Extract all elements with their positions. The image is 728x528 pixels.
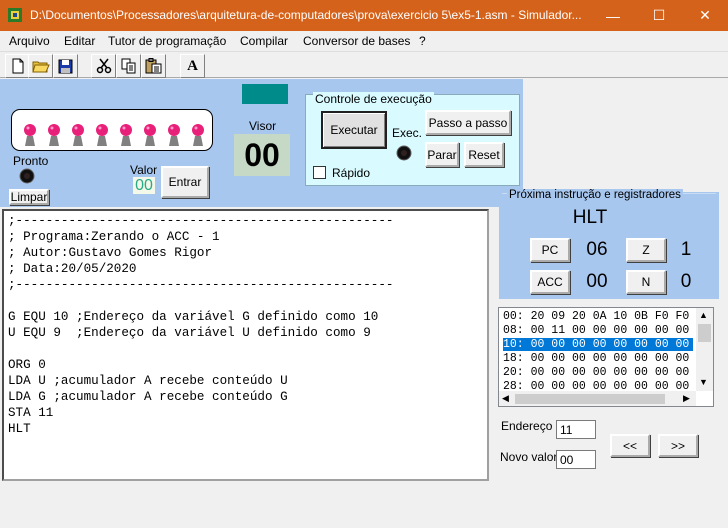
minimize-button[interactable]: — [590, 0, 636, 31]
pronto-indicator [19, 168, 35, 184]
n-button[interactable]: N [626, 270, 666, 294]
close-button[interactable]: ✕ [682, 0, 728, 31]
open-file-button[interactable] [28, 54, 53, 78]
bit-led-0 [192, 124, 204, 146]
executar-button[interactable]: Executar [321, 111, 387, 149]
passo-a-passo-button[interactable]: Passo a passo [425, 110, 511, 135]
memory-row[interactable]: 10: 00 00 00 00 00 00 00 00 [503, 338, 693, 351]
source-editor[interactable]: ;---------------------------------------… [2, 209, 489, 481]
visor-label: Visor [249, 119, 277, 133]
acc-value: 00 [586, 271, 608, 292]
reset-button[interactable]: Reset [464, 142, 504, 167]
save-button[interactable] [53, 54, 78, 78]
led-array [24, 124, 204, 146]
code-line: U EQU 9 ;Endereço da variável U definido… [8, 326, 371, 340]
previous-address-button[interactable]: << [610, 434, 650, 457]
title-bar[interactable]: D:\Documentos\Processadores\arquitetura-… [0, 0, 728, 31]
pc-button[interactable]: PC [530, 238, 570, 262]
menu-help[interactable]: ? [419, 34, 426, 48]
code-line: STA 11 [8, 406, 54, 420]
hscroll-thumb[interactable] [515, 394, 665, 404]
registers-group-title: Próxima instrução e registradores [507, 189, 683, 201]
code-line: LDA G ;acumulador A recebe conteúdo G [8, 390, 288, 404]
code-line: LDA U ;acumulador A recebe conteúdo U [8, 374, 288, 388]
scroll-up-icon[interactable]: ▲ [699, 310, 708, 320]
limpar-button[interactable]: Limpar [9, 189, 49, 205]
endereco-label: Endereço [501, 419, 553, 433]
pronto-label: Pronto [13, 154, 49, 168]
copy-button[interactable] [116, 54, 141, 78]
bit-led-4 [96, 124, 108, 146]
pc-value: 06 [586, 239, 608, 260]
visor-display: 00 [234, 134, 290, 176]
n-value: 0 [680, 271, 692, 292]
bit-led-3 [120, 124, 132, 146]
new-file-icon [12, 58, 23, 74]
code-line: HLT [8, 422, 31, 436]
new-file-button[interactable] [5, 54, 30, 78]
bit-led-2 [144, 124, 156, 146]
scroll-down-icon[interactable]: ▼ [699, 377, 708, 387]
app-icon [8, 8, 22, 22]
exec-indicator [396, 145, 412, 161]
vscroll-thumb[interactable] [698, 324, 711, 342]
code-line: ; Data:20/05/2020 [8, 262, 137, 276]
copy-icon [121, 58, 135, 74]
code-line: ;---------------------------------------… [8, 278, 394, 292]
next-instruction: HLT [572, 207, 608, 228]
scroll-right-icon[interactable]: ▶ [683, 393, 690, 404]
memory-row[interactable]: 08: 00 11 00 00 00 00 00 00 [503, 324, 693, 337]
font-button[interactable]: A [180, 54, 205, 78]
valor-label: Valor [130, 163, 158, 177]
novo-valor-label: Novo valor [500, 450, 558, 464]
parar-button[interactable]: Parar [425, 142, 459, 167]
cut-button[interactable] [91, 54, 116, 78]
exec-label: Exec. [392, 126, 423, 140]
next-address-button[interactable]: >> [658, 434, 698, 457]
memory-row[interactable]: 20: 00 00 00 00 00 00 00 00 [503, 366, 693, 379]
novo-valor-input[interactable]: 00 [556, 450, 596, 469]
toolbar-filler [523, 79, 728, 185]
scroll-left-icon[interactable]: ◀ [502, 393, 509, 404]
led-panel [11, 109, 213, 151]
menu-tutor[interactable]: Tutor de programação [108, 34, 226, 48]
endereco-input[interactable]: 11 [556, 420, 596, 439]
menu-compilar[interactable]: Compilar [240, 34, 288, 48]
memory-row[interactable]: 00: 20 09 20 0A 10 0B F0 F0 [503, 310, 693, 323]
status-indicator [242, 84, 288, 104]
menu-editar[interactable]: Editar [64, 34, 95, 48]
memory-list[interactable]: 00: 20 09 20 0A 10 0B F0 F0 08: 00 11 00 … [498, 307, 714, 407]
z-value: 1 [680, 239, 692, 260]
bit-led-6 [48, 124, 60, 146]
folder-open-icon [31, 61, 50, 73]
code-line: ORG 0 [8, 358, 46, 372]
bit-led-1 [168, 124, 180, 146]
bit-led-5 [72, 124, 84, 146]
toolbar: A [0, 51, 728, 78]
valor-display[interactable]: 00 [133, 177, 155, 194]
bit-led-7 [24, 124, 36, 146]
scissors-icon [96, 58, 111, 74]
rapido-label: Rápido [332, 166, 371, 180]
menu-conversor[interactable]: Conversor de bases [303, 34, 410, 48]
code-line: G EQU 10 ;Endereço da variável G definid… [8, 310, 379, 324]
z-button[interactable]: Z [626, 238, 666, 262]
window-title: D:\Documentos\Processadores\arquitetura-… [30, 8, 582, 22]
execution-group-title: Controle de execução [313, 92, 434, 106]
rapido-checkbox[interactable] [313, 166, 326, 179]
memory-row[interactable]: 18: 00 00 00 00 00 00 00 00 [503, 352, 693, 365]
paste-button[interactable] [141, 54, 166, 78]
menu-bar: Arquivo Editar Tutor de programação Comp… [0, 31, 728, 51]
code-line: ; Programa:Zerando o ACC - 1 [8, 230, 220, 244]
menu-arquivo[interactable]: Arquivo [9, 34, 50, 48]
paste-icon [145, 58, 161, 74]
floppy-disk-icon [58, 59, 73, 73]
code-line: ; Autor:Gustavo Gomes Rigor [8, 246, 213, 260]
code-line: ;---------------------------------------… [8, 214, 394, 228]
acc-button[interactable]: ACC [530, 270, 570, 294]
memory-vscrollbar[interactable]: ▲ ▼ [696, 308, 713, 391]
entrar-button[interactable]: Entrar [161, 166, 209, 198]
maximize-button[interactable]: ☐ [636, 0, 682, 31]
memory-hscrollbar[interactable]: ◀ ▶ [499, 391, 696, 406]
